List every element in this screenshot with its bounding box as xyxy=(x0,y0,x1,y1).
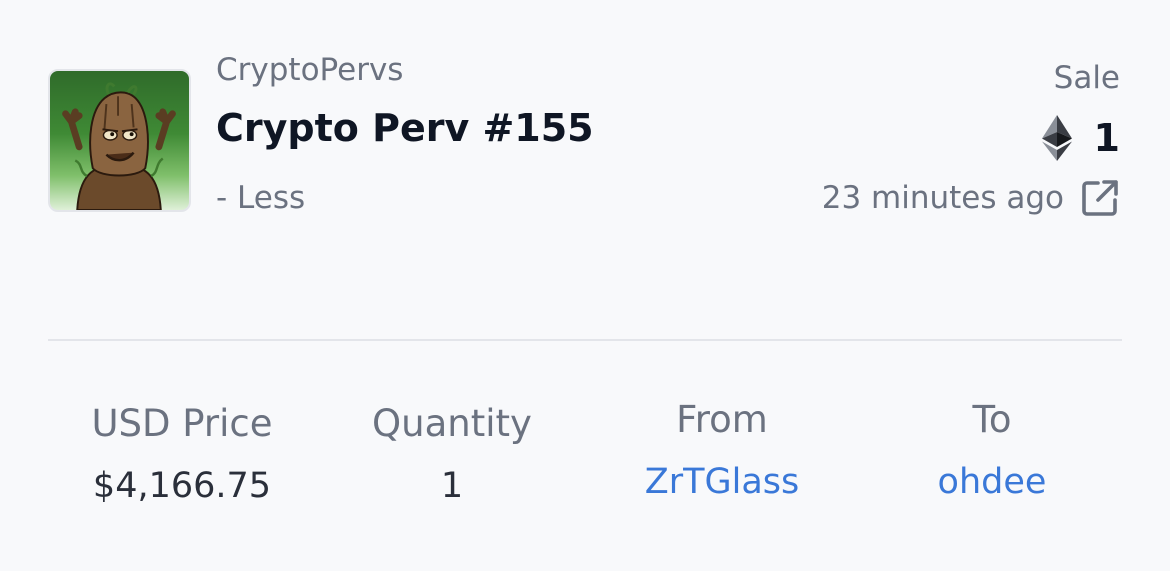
ethereum-icon xyxy=(1041,115,1072,161)
sale-price: 1 xyxy=(1041,114,1120,162)
sale-activity-card: CryptoPervs Crypto Perv #155 - Less Sale… xyxy=(0,0,1170,571)
quantity-label: Quantity xyxy=(372,402,532,445)
quantity-stat: Quantity 1 xyxy=(322,398,582,512)
from-address-link[interactable]: ZrTGlass xyxy=(592,456,852,508)
external-link-icon[interactable] xyxy=(1080,178,1120,218)
usd-price-label: USD Price xyxy=(91,402,273,445)
from-label: From xyxy=(676,398,768,441)
item-title[interactable]: Crypto Perv #155 xyxy=(216,106,594,150)
to-address-link[interactable]: ohdee xyxy=(862,456,1122,508)
to-stat: To ohdee xyxy=(862,394,1122,508)
time-ago-text: 23 minutes ago xyxy=(821,180,1064,216)
event-time: 23 minutes ago xyxy=(822,176,1120,220)
usd-price-stat: USD Price $4,166.75 xyxy=(52,398,312,512)
section-divider xyxy=(48,339,1122,341)
collection-name[interactable]: CryptoPervs xyxy=(216,52,403,88)
nft-thumbnail[interactable] xyxy=(48,69,191,212)
show-less-toggle[interactable]: - Less xyxy=(216,180,305,216)
eth-amount: 1 xyxy=(1093,116,1120,160)
tree-character-icon xyxy=(62,82,176,210)
usd-price-value: $4,166.75 xyxy=(92,466,272,506)
quantity-value: 1 xyxy=(440,466,464,506)
event-type-label: Sale xyxy=(1053,60,1120,96)
from-stat: From ZrTGlass xyxy=(592,394,852,508)
to-label: To xyxy=(972,398,1012,441)
